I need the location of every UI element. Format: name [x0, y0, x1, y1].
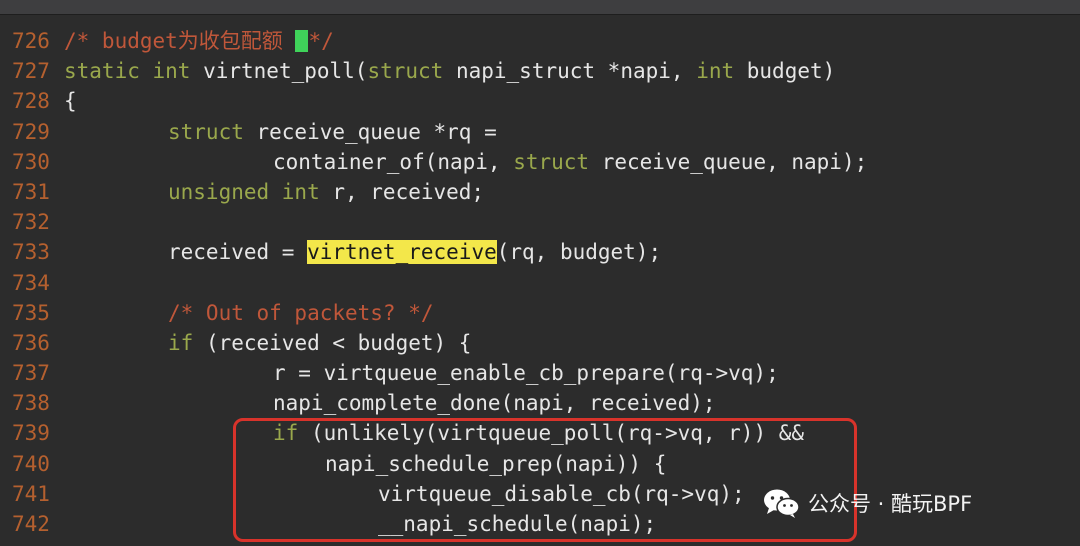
editor-top-bar [0, 0, 1080, 15]
watermark-text: 公众号 · 酷玩BPF [808, 492, 973, 516]
code-line: 731 unsigned int r, received; [0, 177, 1080, 207]
line-number: 737 [12, 361, 50, 386]
code-line: 735 /* Out of packets? */ [0, 298, 1080, 328]
search-highlight: virtnet_receive [307, 240, 497, 265]
line-content: struct receive_queue *rq = [168, 117, 497, 147]
code-editor[interactable]: 726 /* budget为收包配额 */ 727 static int vir… [0, 0, 1080, 546]
watermark: 公众号 · 酷玩BPF [762, 485, 972, 521]
keyword: if [168, 330, 194, 355]
code-text: receive_queue, napi); [589, 149, 868, 174]
code-text: virtnet_poll( [190, 59, 368, 84]
code-text: napi_struct *napi, [443, 59, 697, 84]
code-line: 738 napi_complete_done(napi, received); [0, 388, 1080, 418]
line-number: 727 [12, 59, 50, 84]
keyword: static int [64, 59, 191, 84]
comment: /* budget为收包配额 [64, 29, 296, 53]
keyword: struct [168, 119, 244, 144]
line-content: container_of(napi, struct receive_queue,… [273, 147, 867, 177]
line-number: 735 [12, 300, 50, 325]
code-text: (received < budget) { [193, 330, 472, 355]
wechat-icon [764, 489, 800, 518]
line-number: 740 [12, 451, 50, 476]
code-text: budget) [734, 59, 836, 84]
keyword: struct [367, 59, 444, 84]
line-number: 731 [12, 179, 50, 204]
code-line: 726 /* budget为收包配额 */ [0, 26, 1080, 56]
line-content: received = virtnet_receive(rq, budget); [168, 237, 661, 267]
code-line: 728 { [0, 86, 1080, 116]
line-number: 739 [12, 421, 50, 446]
line-content: r = virtqueue_enable_cb_prepare(rq->vq); [273, 361, 779, 386]
line-number: 732 [12, 210, 50, 235]
code-line: 736 if (received < budget) { [0, 328, 1080, 358]
line-number: 736 [12, 330, 50, 355]
keyword: int [696, 59, 735, 84]
code-line: 727 static int virtnet_poll(struct napi_… [0, 56, 1080, 86]
code-line: 729 struct receive_queue *rq = [0, 117, 1080, 147]
comment-end: */ [308, 29, 334, 53]
keyword: struct [513, 149, 590, 174]
line-content: static int virtnet_poll(struct napi_stru… [64, 56, 835, 86]
line-content: { [64, 89, 77, 114]
annotation-box [233, 418, 857, 542]
code-text: receive_queue *rq = [243, 119, 497, 144]
code-text: container_of(napi, [273, 149, 514, 174]
line-number: 738 [12, 391, 50, 416]
line-number: 728 [12, 89, 50, 114]
line-content: /* budget为收包配额 */ [64, 26, 334, 56]
line-content: if (received < budget) { [168, 328, 471, 358]
code-text: r, received; [319, 179, 485, 204]
code-line: 733 received = virtnet_receive(rq, budge… [0, 237, 1080, 267]
line-number: 734 [12, 270, 50, 295]
code-line: 730 container_of(napi, struct receive_qu… [0, 147, 1080, 177]
line-number: 726 [12, 29, 50, 53]
code-text: received = [168, 240, 308, 265]
line-content: napi_complete_done(napi, received); [273, 391, 716, 416]
line-number: 730 [12, 149, 50, 174]
comment: /* Out of packets? */ [168, 300, 434, 325]
code-text: (rq, budget); [496, 240, 662, 265]
line-content: unsigned int r, received; [168, 177, 484, 207]
line-number: 729 [12, 119, 50, 144]
line-number: 742 [12, 512, 50, 536]
keyword: unsigned int [168, 179, 320, 204]
line-number: 741 [12, 481, 50, 506]
code-line: 734 [0, 268, 1080, 298]
line-number: 733 [12, 240, 50, 265]
code-line: 737 r = virtqueue_enable_cb_prepare(rq->… [0, 358, 1080, 388]
code-line: 732 [0, 207, 1080, 237]
text-cursor [295, 30, 309, 52]
